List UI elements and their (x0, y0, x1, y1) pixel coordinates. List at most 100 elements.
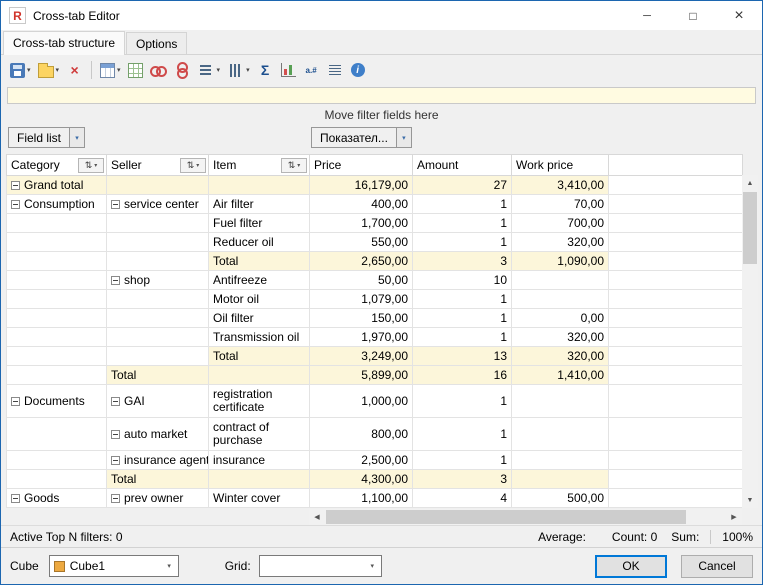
cell-work[interactable]: 1,090,00 (512, 252, 609, 271)
cell-item[interactable]: Antifreeze (209, 271, 310, 290)
collapse-icon[interactable] (111, 276, 120, 285)
cell-price[interactable]: 150,00 (310, 309, 413, 328)
cell-category[interactable] (7, 347, 107, 366)
cell-empty[interactable] (609, 271, 743, 290)
cell-empty[interactable] (609, 309, 743, 328)
cell-price[interactable]: 2,500,00 (310, 451, 413, 470)
cell-empty[interactable] (609, 214, 743, 233)
cell-item[interactable]: Motor oil (209, 290, 310, 309)
cell-seller[interactable]: service center (107, 195, 209, 214)
cell-item[interactable]: Total (209, 252, 310, 271)
cell-seller[interactable]: insurance agent (107, 451, 209, 470)
cell-item[interactable]: Air filter (209, 195, 310, 214)
sort-button[interactable]: ⇅ (281, 158, 307, 173)
cell-work[interactable]: 70,00 (512, 195, 609, 214)
cell-seller[interactable] (107, 309, 209, 328)
close-button[interactable]: × (716, 1, 762, 30)
cell-work[interactable] (512, 290, 609, 309)
cell-category[interactable]: Goods (7, 489, 107, 508)
cell-work[interactable] (512, 385, 609, 418)
column-header-price[interactable]: Price (310, 155, 413, 176)
field-list-button[interactable]: Field list ▾ (8, 127, 85, 148)
cell-empty[interactable] (609, 233, 743, 252)
cell-amount[interactable]: 13 (413, 347, 512, 366)
cell-seller[interactable] (107, 328, 209, 347)
cell-seller[interactable]: auto market (107, 418, 209, 451)
cell-amount[interactable]: 1 (413, 451, 512, 470)
cell-amount[interactable]: 1 (413, 290, 512, 309)
cell-category[interactable] (7, 290, 107, 309)
borders-button[interactable]: ▾ (224, 58, 253, 82)
cell-category[interactable] (7, 309, 107, 328)
collapse-icon[interactable] (11, 181, 20, 190)
cube-select[interactable]: Cube1 ▾ (49, 555, 179, 577)
cell-empty[interactable] (609, 252, 743, 271)
cell-amount[interactable]: 3 (413, 252, 512, 271)
ok-button[interactable]: OK (595, 555, 667, 578)
cell-seller[interactable]: prev owner (107, 489, 209, 508)
cell-work[interactable]: 1,410,00 (512, 366, 609, 385)
cell-empty[interactable] (609, 347, 743, 366)
cell-amount[interactable]: 3 (413, 470, 512, 489)
cell-empty[interactable] (609, 489, 743, 508)
cell-category[interactable] (7, 271, 107, 290)
cell-work[interactable]: 320,00 (512, 328, 609, 347)
collapse-icon[interactable] (11, 200, 20, 209)
cell-work[interactable]: 500,00 (512, 489, 609, 508)
cell-work[interactable] (512, 470, 609, 489)
cell-item[interactable]: Winter cover (209, 489, 310, 508)
style-button[interactable]: ▾ (97, 58, 124, 82)
cell-amount[interactable]: 10 (413, 271, 512, 290)
collapse-icon[interactable] (111, 200, 120, 209)
cell-amount[interactable]: 1 (413, 385, 512, 418)
sort-button[interactable]: ⇅ (78, 158, 104, 173)
cell-seller[interactable]: shop (107, 271, 209, 290)
cell-price[interactable]: 4,300,00 (310, 470, 413, 489)
cell-category[interactable] (7, 470, 107, 489)
cell-price[interactable]: 16,179,00 (310, 176, 413, 195)
cell-category[interactable]: Consumption (7, 195, 107, 214)
cell-empty[interactable] (609, 451, 743, 470)
cell-price[interactable]: 550,00 (310, 233, 413, 252)
cell-price[interactable]: 5,899,00 (310, 366, 413, 385)
cell-item[interactable]: Oil filter (209, 309, 310, 328)
horizontal-scrollbar-thumb[interactable] (326, 510, 686, 524)
cell-work[interactable]: 320,00 (512, 347, 609, 366)
cell-seller[interactable] (107, 233, 209, 252)
cell-amount[interactable]: 16 (413, 366, 512, 385)
cancel-button[interactable]: Cancel (681, 555, 753, 578)
collapse-icon[interactable] (11, 494, 20, 503)
sort-button[interactable]: ⇅ (180, 158, 206, 173)
cell-seller[interactable] (107, 347, 209, 366)
cell-item[interactable] (209, 176, 310, 195)
vertical-scrollbar[interactable]: ▲ ▼ (742, 175, 758, 508)
word-wrap-button[interactable] (324, 58, 347, 82)
cell-item[interactable] (209, 366, 310, 385)
cell-price[interactable]: 1,079,00 (310, 290, 413, 309)
cell-item[interactable]: Fuel filter (209, 214, 310, 233)
collapse-icon[interactable] (111, 456, 120, 465)
filter-drop-zone[interactable] (7, 87, 756, 104)
measures-button[interactable]: Показател... ▾ (311, 127, 412, 148)
cell-seller[interactable] (107, 214, 209, 233)
cell-category[interactable] (7, 366, 107, 385)
chevron-down-icon[interactable]: ▾ (69, 128, 84, 147)
column-header-work-price[interactable]: Work price (512, 155, 609, 176)
cell-amount[interactable]: 1 (413, 328, 512, 347)
cell-amount[interactable]: 1 (413, 214, 512, 233)
cell-price[interactable]: 1,000,00 (310, 385, 413, 418)
join-columns-button[interactable] (171, 58, 194, 82)
cell-empty[interactable] (609, 385, 743, 418)
cell-work[interactable]: 0,00 (512, 309, 609, 328)
cell-empty[interactable] (609, 195, 743, 214)
cell-price[interactable]: 800,00 (310, 418, 413, 451)
column-header-amount[interactable]: Amount (413, 155, 512, 176)
cell-amount[interactable]: 1 (413, 418, 512, 451)
collapse-icon[interactable] (11, 397, 20, 406)
scroll-right-icon[interactable]: ▶ (726, 509, 742, 525)
cell-amount[interactable]: 4 (413, 489, 512, 508)
info-button[interactable]: i (348, 58, 368, 82)
cell-empty[interactable] (609, 328, 743, 347)
cell-amount[interactable]: 1 (413, 309, 512, 328)
cell-work[interactable] (512, 271, 609, 290)
